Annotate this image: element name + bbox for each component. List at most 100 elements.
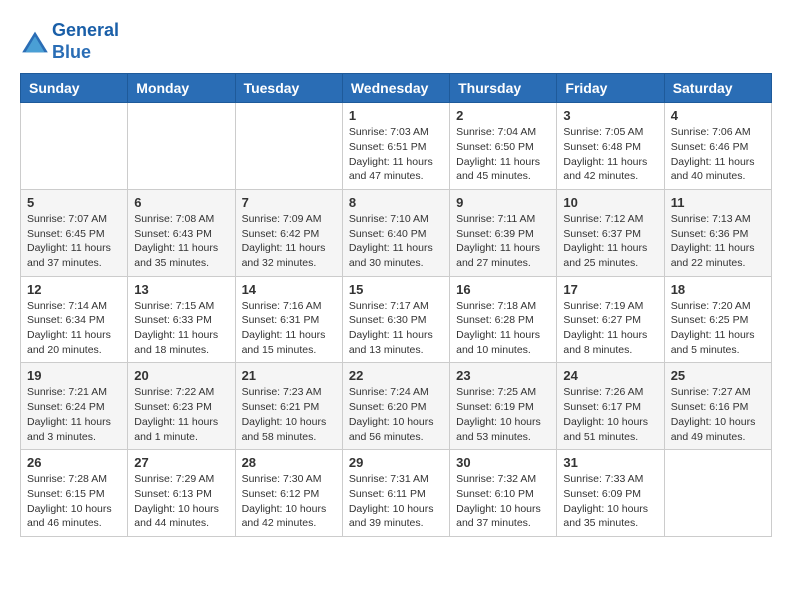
day-info: Sunrise: 7:19 AM Sunset: 6:27 PM Dayligh… [563,299,657,358]
weekday-header-tuesday: Tuesday [235,74,342,103]
logo-icon [20,30,50,54]
calendar-cell: 10 Sunrise: 7:12 AM Sunset: 6:37 PM Dayli… [557,189,664,276]
day-info: Sunrise: 7:04 AM Sunset: 6:50 PM Dayligh… [456,125,550,184]
day-info: Sunrise: 7:24 AM Sunset: 6:20 PM Dayligh… [349,385,443,444]
calendar-week-3: 12Sunrise: 7:14 AM Sunset: 6:34 PM Dayli… [21,276,772,363]
day-number: 23 [456,368,550,383]
day-number: 29 [349,455,443,470]
day-number: 10 [563,195,657,210]
day-number: 24 [563,368,657,383]
day-info: Sunrise: 7:32 AM Sunset: 6:10 PM Dayligh… [456,472,550,531]
calendar-cell: 30 Sunrise: 7:32 AM Sunset: 6:10 PM Dayli… [450,450,557,537]
day-number: 17 [563,282,657,297]
weekday-header-saturday: Saturday [664,74,771,103]
weekday-header-monday: Monday [128,74,235,103]
calendar-cell: 19 Sunrise: 7:21 AM Sunset: 6:24 PM Dayli… [21,363,128,450]
day-info: Sunrise: 7:05 AM Sunset: 6:48 PM Dayligh… [563,125,657,184]
day-number: 8 [349,195,443,210]
day-info: Sunrise: 7:10 AM Sunset: 6:40 PM Dayligh… [349,212,443,271]
calendar-week-5: 26 Sunrise: 7:28 AM Sunset: 6:15 PM Dayli… [21,450,772,537]
calendar-cell: 12Sunrise: 7:14 AM Sunset: 6:34 PM Dayli… [21,276,128,363]
calendar-cell: 14 Sunrise: 7:16 AM Sunset: 6:31 PM Dayli… [235,276,342,363]
calendar-cell: 4Sunrise: 7:06 AM Sunset: 6:46 PM Daylig… [664,103,771,190]
calendar-body: 1 Sunrise: 7:03 AM Sunset: 6:51 PM Daylig… [21,103,772,537]
day-info: Sunrise: 7:14 AM Sunset: 6:34 PM Dayligh… [27,299,121,358]
calendar-cell [21,103,128,190]
day-number: 27 [134,455,228,470]
weekday-header-thursday: Thursday [450,74,557,103]
calendar-cell: 2 Sunrise: 7:04 AM Sunset: 6:50 PM Daylig… [450,103,557,190]
calendar-cell [664,450,771,537]
calendar-cell: 16 Sunrise: 7:18 AM Sunset: 6:28 PM Dayli… [450,276,557,363]
day-info: Sunrise: 7:18 AM Sunset: 6:28 PM Dayligh… [456,299,550,358]
day-number: 4 [671,108,765,123]
calendar-cell [128,103,235,190]
page-header: General Blue [20,20,772,63]
weekday-header-sunday: Sunday [21,74,128,103]
calendar-cell: 27Sunrise: 7:29 AM Sunset: 6:13 PM Dayli… [128,450,235,537]
calendar-cell: 28 Sunrise: 7:30 AM Sunset: 6:12 PM Dayli… [235,450,342,537]
calendar-cell: 25Sunrise: 7:27 AM Sunset: 6:16 PM Dayli… [664,363,771,450]
day-info: Sunrise: 7:21 AM Sunset: 6:24 PM Dayligh… [27,385,121,444]
day-info: Sunrise: 7:33 AM Sunset: 6:09 PM Dayligh… [563,472,657,531]
calendar-cell: 24Sunrise: 7:26 AM Sunset: 6:17 PM Dayli… [557,363,664,450]
calendar-week-2: 5 Sunrise: 7:07 AM Sunset: 6:45 PM Daylig… [21,189,772,276]
calendar-week-4: 19 Sunrise: 7:21 AM Sunset: 6:24 PM Dayli… [21,363,772,450]
day-info: Sunrise: 7:28 AM Sunset: 6:15 PM Dayligh… [27,472,121,531]
day-number: 14 [242,282,336,297]
calendar-week-1: 1 Sunrise: 7:03 AM Sunset: 6:51 PM Daylig… [21,103,772,190]
day-info: Sunrise: 7:16 AM Sunset: 6:31 PM Dayligh… [242,299,336,358]
day-number: 3 [563,108,657,123]
day-number: 16 [456,282,550,297]
day-number: 20 [134,368,228,383]
logo-text: General Blue [52,20,119,63]
calendar-cell: 5 Sunrise: 7:07 AM Sunset: 6:45 PM Daylig… [21,189,128,276]
weekday-header-wednesday: Wednesday [342,74,449,103]
day-info: Sunrise: 7:23 AM Sunset: 6:21 PM Dayligh… [242,385,336,444]
weekday-header-friday: Friday [557,74,664,103]
day-info: Sunrise: 7:17 AM Sunset: 6:30 PM Dayligh… [349,299,443,358]
calendar-cell: 20 Sunrise: 7:22 AM Sunset: 6:23 PM Dayli… [128,363,235,450]
day-info: Sunrise: 7:27 AM Sunset: 6:16 PM Dayligh… [671,385,765,444]
calendar-cell: 26 Sunrise: 7:28 AM Sunset: 6:15 PM Dayli… [21,450,128,537]
day-info: Sunrise: 7:11 AM Sunset: 6:39 PM Dayligh… [456,212,550,271]
day-number: 19 [27,368,121,383]
weekday-header-row: SundayMondayTuesdayWednesdayThursdayFrid… [21,74,772,103]
calendar-cell: 13Sunrise: 7:15 AM Sunset: 6:33 PM Dayli… [128,276,235,363]
day-info: Sunrise: 7:30 AM Sunset: 6:12 PM Dayligh… [242,472,336,531]
logo: General Blue [20,20,119,63]
calendar-cell: 1 Sunrise: 7:03 AM Sunset: 6:51 PM Daylig… [342,103,449,190]
calendar-cell: 22Sunrise: 7:24 AM Sunset: 6:20 PM Dayli… [342,363,449,450]
day-number: 13 [134,282,228,297]
day-number: 26 [27,455,121,470]
day-info: Sunrise: 7:12 AM Sunset: 6:37 PM Dayligh… [563,212,657,271]
day-number: 5 [27,195,121,210]
day-info: Sunrise: 7:22 AM Sunset: 6:23 PM Dayligh… [134,385,228,444]
day-number: 1 [349,108,443,123]
day-number: 2 [456,108,550,123]
calendar-cell: 11Sunrise: 7:13 AM Sunset: 6:36 PM Dayli… [664,189,771,276]
day-info: Sunrise: 7:25 AM Sunset: 6:19 PM Dayligh… [456,385,550,444]
day-info: Sunrise: 7:31 AM Sunset: 6:11 PM Dayligh… [349,472,443,531]
day-number: 21 [242,368,336,383]
day-number: 31 [563,455,657,470]
calendar-cell: 29 Sunrise: 7:31 AM Sunset: 6:11 PM Dayli… [342,450,449,537]
day-info: Sunrise: 7:07 AM Sunset: 6:45 PM Dayligh… [27,212,121,271]
day-number: 7 [242,195,336,210]
calendar-cell: 23 Sunrise: 7:25 AM Sunset: 6:19 PM Dayli… [450,363,557,450]
calendar-cell: 15 Sunrise: 7:17 AM Sunset: 6:30 PM Dayli… [342,276,449,363]
day-number: 11 [671,195,765,210]
calendar-cell: 17 Sunrise: 7:19 AM Sunset: 6:27 PM Dayli… [557,276,664,363]
day-number: 15 [349,282,443,297]
calendar-cell: 6 Sunrise: 7:08 AM Sunset: 6:43 PM Daylig… [128,189,235,276]
day-info: Sunrise: 7:03 AM Sunset: 6:51 PM Dayligh… [349,125,443,184]
day-info: Sunrise: 7:09 AM Sunset: 6:42 PM Dayligh… [242,212,336,271]
day-number: 30 [456,455,550,470]
day-info: Sunrise: 7:08 AM Sunset: 6:43 PM Dayligh… [134,212,228,271]
calendar-cell: 31 Sunrise: 7:33 AM Sunset: 6:09 PM Dayli… [557,450,664,537]
day-number: 6 [134,195,228,210]
calendar-table: SundayMondayTuesdayWednesdayThursdayFrid… [20,73,772,537]
day-number: 9 [456,195,550,210]
day-info: Sunrise: 7:20 AM Sunset: 6:25 PM Dayligh… [671,299,765,358]
day-number: 28 [242,455,336,470]
